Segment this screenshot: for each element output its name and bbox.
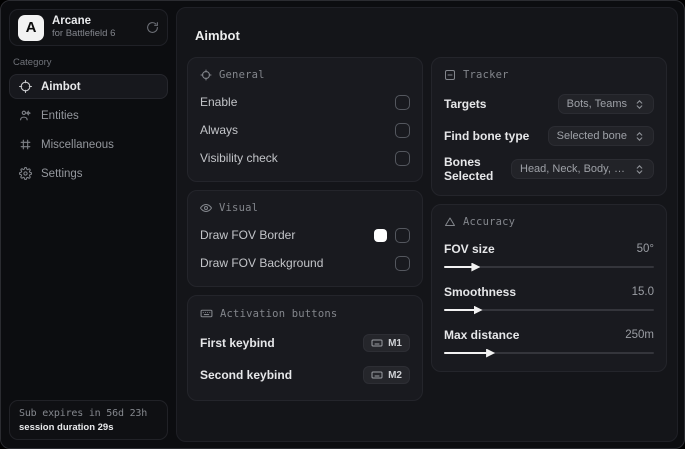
fov-size-slider[interactable] (444, 262, 654, 272)
eye-icon (200, 202, 212, 214)
card-title: Tracker (463, 69, 509, 81)
setting-row-first-keybind: First keybind M1 (200, 330, 410, 356)
chevrons-up-down-icon (634, 164, 645, 175)
keybind-value: M2 (388, 369, 402, 381)
setting-row-smoothness: Smoothness 15.0 (444, 281, 654, 303)
app-name: Arcane (52, 15, 91, 28)
general-card: General Enable Always Visibility check (187, 57, 423, 182)
activation-buttons-card: Activation buttons First keybind M1 Seco… (187, 295, 423, 401)
app-window: A Arcane for Battlefield 6 Category Aimb… (0, 0, 685, 449)
sidebar-item-entities[interactable]: Entities (9, 103, 168, 128)
subscription-info: Sub expires in 56d 23h session duration … (9, 400, 168, 440)
setting-row-always: Always (200, 119, 410, 141)
sidebar: A Arcane for Battlefield 6 Category Aimb… (1, 1, 176, 448)
setting-row-draw-fov-border: Draw FOV Border (200, 224, 410, 246)
keyboard-icon (371, 337, 383, 349)
fov-size-value: 50° (636, 243, 654, 255)
find-bone-type-select[interactable]: Selected bone (547, 126, 654, 146)
left-column: General Enable Always Visibility check V… (187, 57, 423, 401)
smoothness-slider[interactable] (444, 305, 654, 315)
chevrons-up-down-icon (634, 131, 645, 142)
setting-row-fov-size: FOV size 50° (444, 238, 654, 260)
bones-selected-select[interactable]: Head, Neck, Body, Pe.. (511, 159, 654, 179)
gear-icon (19, 167, 32, 180)
setting-label: Second keybind (200, 368, 293, 382)
select-value: Head, Neck, Body, Pe.. (520, 163, 627, 175)
setting-row-max-distance: Max distance 250m (444, 324, 654, 346)
keyboard-icon (200, 307, 213, 320)
setting-label: Find bone type (444, 129, 530, 143)
second-keybind-button[interactable]: M2 (363, 366, 410, 384)
category-label: Category (13, 57, 52, 68)
first-keybind-button[interactable]: M1 (363, 334, 410, 352)
setting-label: FOV size (444, 242, 495, 256)
app-logo: A (18, 14, 44, 41)
right-column: Tracker Targets Bots, Teams Find bone ty… (431, 57, 667, 401)
enable-checkbox[interactable] (395, 94, 410, 110)
tracker-card: Tracker Targets Bots, Teams Find bone ty… (431, 57, 667, 196)
setting-row-bones-selected: Bones Selected Head, Neck, Body, Pe.. (444, 155, 654, 183)
sidebar-item-settings[interactable]: Settings (9, 161, 168, 186)
main-panel: Aimbot General Enable Always Visibility … (176, 7, 678, 442)
draw-fov-border-checkbox[interactable] (395, 227, 410, 243)
grid-icon (19, 138, 32, 151)
card-title: Accuracy (463, 216, 516, 228)
targets-select[interactable]: Bots, Teams (557, 94, 654, 114)
session-duration-text: session duration 29s (19, 422, 114, 433)
setting-row-visibility-check: Visibility check (200, 147, 410, 169)
setting-label: Targets (444, 97, 487, 111)
app-subtitle: for Battlefield 6 (52, 27, 116, 39)
sidebar-item-aimbot[interactable]: Aimbot (9, 74, 168, 99)
visual-card: Visual Draw FOV Border Draw FOV Backgrou… (187, 190, 423, 287)
setting-label: First keybind (200, 336, 275, 350)
sidebar-item-miscellaneous[interactable]: Miscellaneous (9, 132, 168, 157)
sidebar-item-label: Settings (41, 167, 83, 180)
page-title: Aimbot (195, 28, 240, 43)
entities-icon (19, 109, 32, 122)
setting-label: Always (200, 123, 239, 137)
keyboard-icon (371, 369, 383, 381)
setting-label: Smoothness (444, 285, 517, 299)
setting-label: Visibility check (200, 151, 278, 165)
chevrons-up-down-icon (634, 99, 645, 110)
crosshair-icon (200, 69, 212, 81)
slider-thumb[interactable] (486, 348, 496, 358)
always-checkbox[interactable] (395, 122, 410, 138)
sidebar-item-label: Entities (41, 109, 79, 122)
card-title: Visual (219, 202, 259, 214)
card-title: General (219, 69, 265, 81)
accuracy-card: Accuracy FOV size 50° Smoothness 15.0 Ma… (431, 204, 667, 372)
slider-thumb[interactable] (471, 262, 481, 272)
setting-label: Bones Selected (444, 155, 494, 183)
smoothness-value: 15.0 (631, 286, 654, 298)
max-distance-slider[interactable] (444, 348, 654, 358)
setting-row-enable: Enable (200, 91, 410, 113)
setting-row-find-bone-type: Find bone type Selected bone (444, 123, 654, 149)
setting-row-draw-fov-background: Draw FOV Background (200, 252, 410, 274)
draw-fov-background-checkbox[interactable] (395, 255, 410, 271)
keybind-value: M1 (388, 337, 402, 349)
sidebar-item-label: Aimbot (41, 80, 81, 93)
fov-border-color-swatch[interactable] (374, 228, 387, 242)
select-value: Bots, Teams (566, 98, 627, 110)
crosshair-icon (19, 80, 32, 93)
setting-label: Draw FOV Border (200, 228, 296, 242)
max-distance-value: 250m (625, 329, 654, 341)
setting-label: Max distance (444, 328, 520, 342)
refresh-icon[interactable] (146, 21, 159, 34)
app-header: A Arcane for Battlefield 6 (9, 9, 168, 46)
setting-row-second-keybind: Second keybind M2 (200, 362, 410, 388)
square-minus-icon (444, 69, 456, 81)
slider-thumb[interactable] (473, 305, 483, 315)
select-value: Selected bone (556, 130, 627, 142)
setting-label: Enable (200, 95, 238, 109)
visibility-check-checkbox[interactable] (395, 150, 410, 166)
setting-row-targets: Targets Bots, Teams (444, 91, 654, 117)
sidebar-item-label: Miscellaneous (41, 138, 114, 151)
triangle-icon (444, 216, 456, 228)
setting-label: Draw FOV Background (200, 256, 324, 270)
sub-expires-text: Sub expires in 56d 23h (19, 408, 148, 419)
card-title: Activation buttons (220, 307, 338, 320)
